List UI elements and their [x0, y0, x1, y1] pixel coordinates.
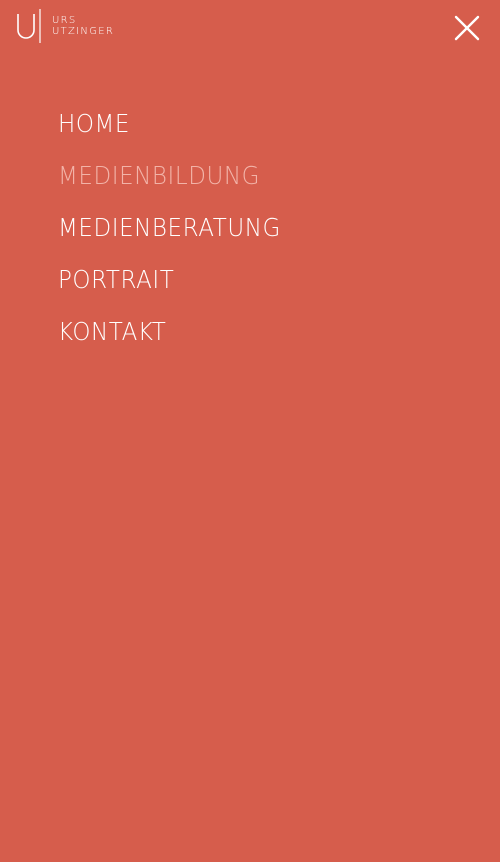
header: URS UTZINGER [0, 0, 500, 60]
nav-item-medienberatung: MEDIENBERATUNG [58, 206, 300, 258]
brand-name: URS UTZINGER [52, 15, 114, 37]
main-navigation: HOME MEDIENBILDUNG MEDIENBERATUNG PORTRA… [58, 102, 300, 362]
nav-item-medienbildung: MEDIENBILDUNG [58, 154, 300, 206]
brand-line-1: URS [52, 15, 77, 26]
u-monogram-logo-icon [17, 9, 41, 43]
nav-link-medienberatung[interactable]: MEDIENBERATUNG [58, 206, 281, 250]
nav-item-home: HOME [58, 102, 300, 154]
nav-link-home[interactable]: HOME [58, 102, 281, 146]
nav-link-kontakt[interactable]: KONTAKT [58, 310, 281, 354]
brand-line-2: UTZINGER [52, 26, 115, 37]
nav-link-medienbildung[interactable]: MEDIENBILDUNG [58, 154, 281, 198]
site-logo[interactable]: URS UTZINGER [14, 8, 114, 44]
nav-link-portrait[interactable]: PORTRAIT [58, 258, 281, 302]
nav-item-kontakt: KONTAKT [58, 310, 300, 362]
nav-item-portrait: PORTRAIT [58, 258, 300, 310]
close-icon [454, 15, 480, 41]
close-menu-button[interactable] [454, 15, 480, 41]
